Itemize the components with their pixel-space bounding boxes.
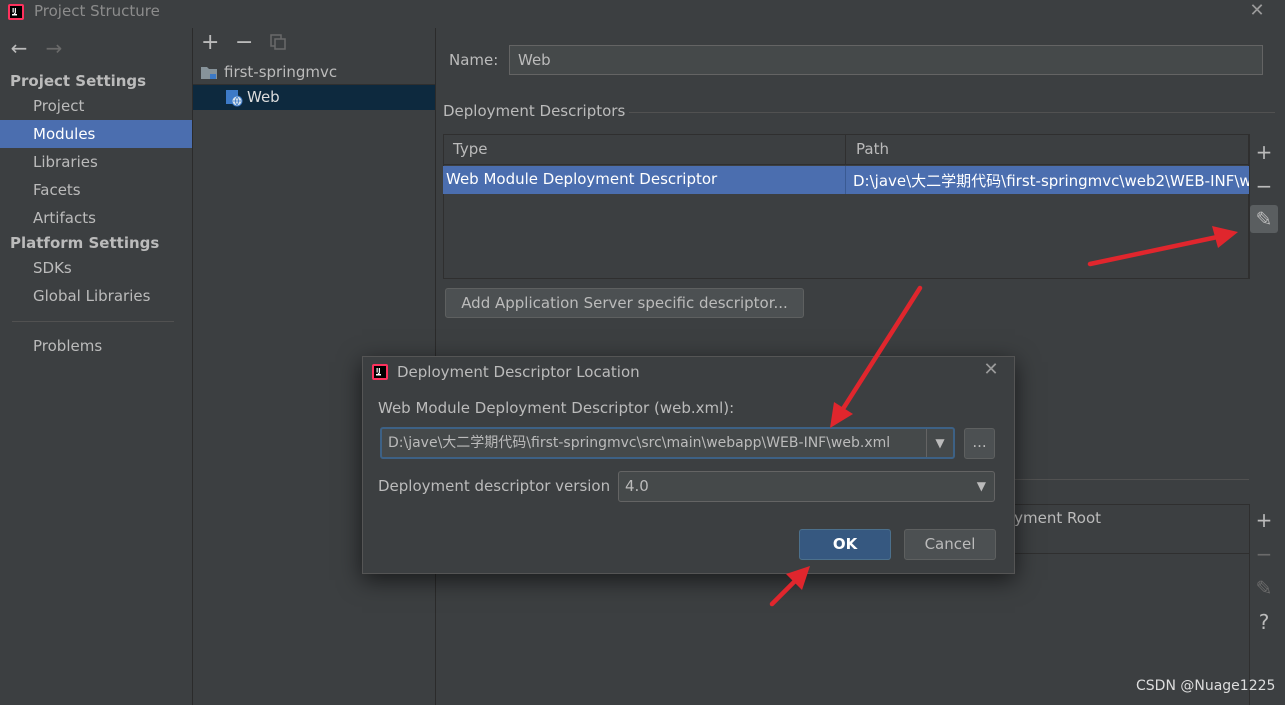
help-icon[interactable]: ? bbox=[1250, 608, 1278, 636]
resource-toolbar bbox=[1249, 504, 1279, 705]
title-bar bbox=[0, 0, 1285, 26]
copy-module-icon[interactable] bbox=[270, 34, 286, 50]
column-header-type[interactable]: Type bbox=[443, 134, 846, 165]
tree-item-label: Web bbox=[247, 88, 280, 106]
row-path-cell: D:\jave\大二学期代码\first-springmvc\web2\WEB-… bbox=[853, 172, 1249, 190]
cell-divider bbox=[845, 166, 846, 194]
section-divider bbox=[1014, 479, 1249, 480]
version-value: 4.0 bbox=[625, 477, 649, 495]
row-type-cell: Web Module Deployment Descriptor bbox=[446, 170, 718, 188]
nav-item-libraries[interactable]: Libraries bbox=[0, 148, 192, 176]
nav-item-facets[interactable]: Facets bbox=[0, 176, 192, 204]
add-server-descriptor-button[interactable]: Add Application Server specific descript… bbox=[445, 288, 804, 318]
module-name-input[interactable] bbox=[509, 45, 1263, 75]
add-module-icon[interactable]: + bbox=[201, 30, 219, 55]
column-header-deployment-root[interactable]: oyment Root bbox=[1005, 509, 1101, 527]
edit-pencil-icon[interactable]: ✎ bbox=[1250, 205, 1278, 233]
web-facet-icon bbox=[226, 90, 243, 107]
intellij-app-icon: IJ bbox=[372, 364, 388, 380]
nav-divider bbox=[12, 321, 174, 322]
table-row[interactable]: Web Module Deployment Descriptor D:\jave… bbox=[443, 166, 1249, 194]
nav-item-global-libraries[interactable]: Global Libraries bbox=[0, 282, 192, 310]
column-header-path[interactable]: Path bbox=[846, 134, 1249, 165]
nav-item-project[interactable]: Project bbox=[0, 92, 192, 120]
add-descriptor-icon[interactable]: + bbox=[1250, 138, 1278, 166]
nav-header-platform-settings: Platform Settings bbox=[10, 234, 160, 252]
remove-module-icon[interactable]: − bbox=[235, 30, 253, 55]
descriptor-path-label: Web Module Deployment Descriptor (web.xm… bbox=[378, 399, 735, 417]
module-folder-icon bbox=[201, 67, 217, 79]
deployment-descriptors-title: Deployment Descriptors bbox=[443, 102, 626, 120]
watermark: CSDN @Nuage1225 bbox=[1136, 678, 1276, 694]
nav-item-modules[interactable]: Modules bbox=[0, 120, 192, 148]
back-arrow-icon[interactable]: ← bbox=[8, 36, 30, 60]
svg-text:IJ: IJ bbox=[12, 8, 16, 15]
descriptor-path-combobox[interactable]: D:\jave\大二学期代码\first-springmvc\src\main\… bbox=[380, 427, 955, 459]
tree-item-web[interactable]: Web bbox=[193, 85, 435, 110]
window-title: Project Structure bbox=[34, 2, 160, 20]
svg-text:IJ: IJ bbox=[376, 368, 380, 375]
forward-arrow-icon[interactable]: → bbox=[43, 36, 65, 60]
name-label: Name: bbox=[449, 51, 499, 69]
window-close-icon[interactable]: ✕ bbox=[1246, 0, 1268, 22]
chevron-down-icon: ▼ bbox=[976, 479, 986, 493]
version-select[interactable]: 4.0 ▼ bbox=[618, 471, 995, 502]
dialog-title: Deployment Descriptor Location bbox=[397, 363, 640, 381]
edit-resource-icon[interactable]: ✎ bbox=[1250, 574, 1278, 602]
nav-item-sdks[interactable]: SDKs bbox=[0, 254, 192, 282]
chevron-down-icon[interactable]: ▼ bbox=[926, 429, 953, 457]
nav-item-artifacts[interactable]: Artifacts bbox=[0, 204, 192, 232]
version-label: Deployment descriptor version bbox=[378, 477, 611, 495]
dialog-close-icon[interactable]: ✕ bbox=[980, 359, 1002, 381]
remove-resource-icon[interactable]: − bbox=[1250, 540, 1278, 568]
remove-descriptor-icon[interactable]: − bbox=[1250, 172, 1278, 200]
cancel-button[interactable]: Cancel bbox=[904, 529, 996, 560]
add-resource-icon[interactable]: + bbox=[1250, 506, 1278, 534]
nav-header-project-settings: Project Settings bbox=[10, 72, 147, 90]
splitter[interactable] bbox=[192, 28, 193, 705]
section-divider bbox=[629, 112, 1275, 113]
tree-item-label: first-springmvc bbox=[224, 63, 338, 81]
browse-button[interactable]: ... bbox=[964, 428, 995, 459]
ok-button[interactable]: OK bbox=[799, 529, 891, 560]
intellij-app-icon: IJ bbox=[8, 4, 24, 20]
nav-item-problems[interactable]: Problems bbox=[0, 332, 192, 360]
